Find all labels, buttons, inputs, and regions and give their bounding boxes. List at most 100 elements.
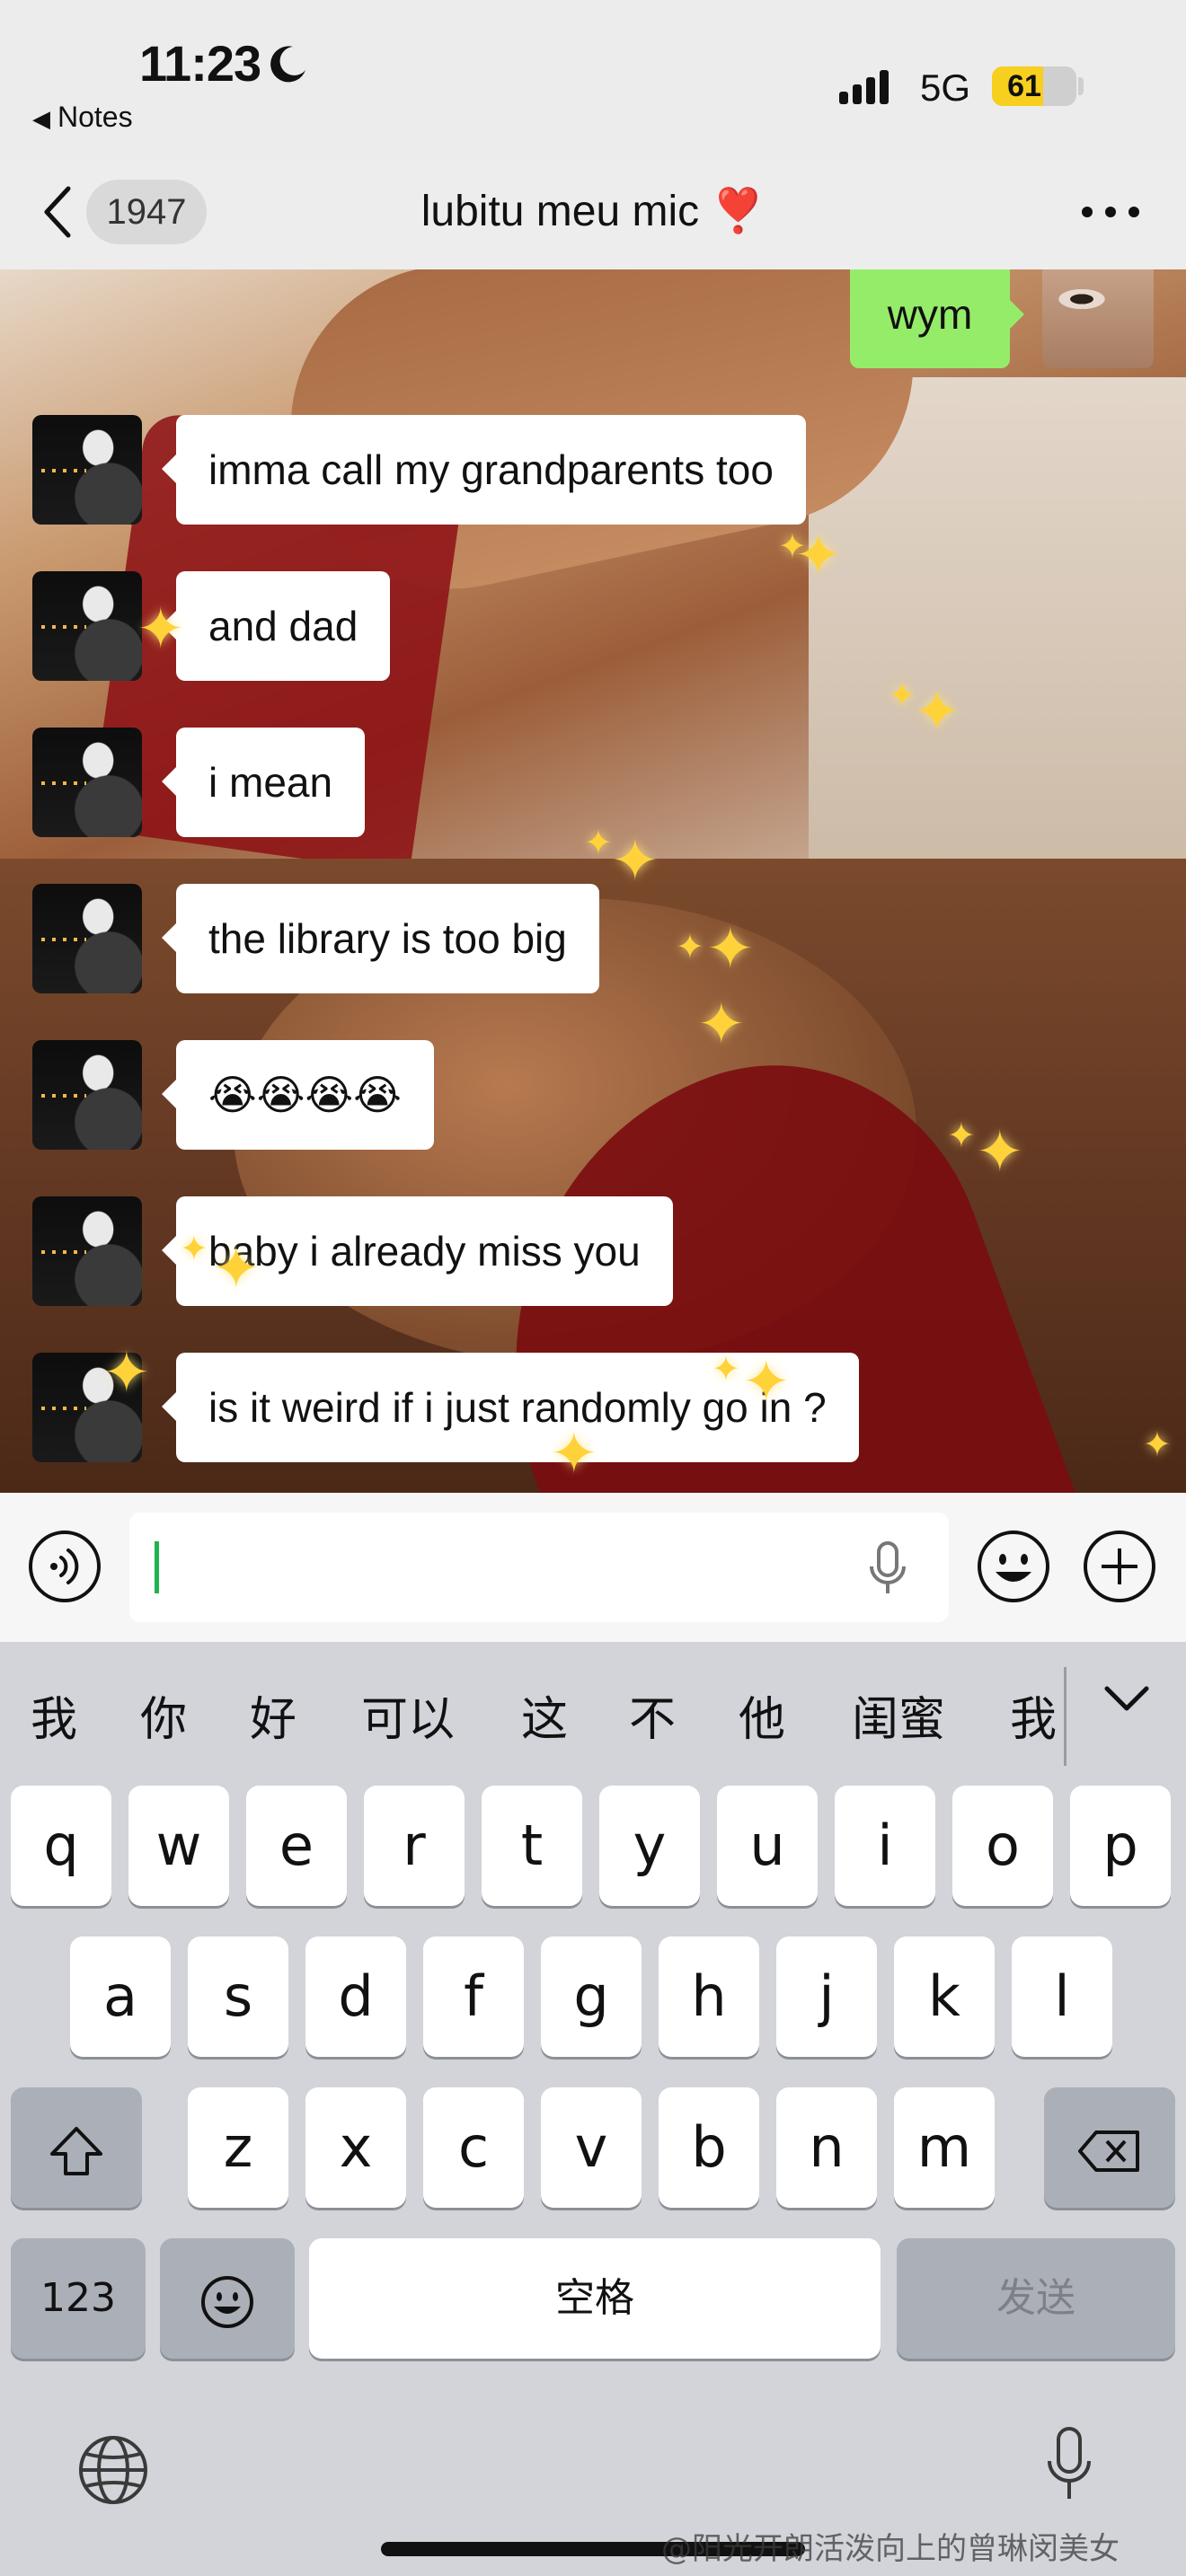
send-key[interactable]: 发送 — [897, 2238, 1175, 2359]
key-x[interactable]: x — [305, 2087, 406, 2208]
sparkle-icon: ✦ — [584, 825, 613, 862]
candidate-word[interactable]: 他 — [739, 1681, 785, 1749]
key-k[interactable]: k — [894, 1936, 995, 2057]
candidate-bar: 我 你 好 可以 这 不 他 闺蜜 我 — [0, 1642, 1186, 1782]
sparkle-icon: ✦ — [697, 992, 746, 1056]
moon-icon — [270, 46, 305, 83]
numbers-key[interactable]: 123 — [11, 2238, 146, 2359]
chevron-down-icon[interactable] — [1102, 1681, 1152, 1717]
candidate-word[interactable]: 这 — [521, 1681, 568, 1749]
contact-avatar[interactable] — [32, 884, 142, 993]
sparkle-icon: ✦ — [180, 1231, 208, 1268]
incoming-message-bubble[interactable]: 😭😭😭😭 — [162, 1040, 434, 1150]
sparkle-icon: ✦ — [947, 1117, 976, 1155]
key-z[interactable]: z — [188, 2087, 288, 2208]
unread-count-badge[interactable]: 1947 — [86, 180, 207, 244]
key-d[interactable]: d — [305, 1936, 406, 2057]
sparkle-icon: ✦ — [212, 1236, 261, 1301]
candidate-word[interactable]: 可以 — [361, 1681, 455, 1749]
message-input[interactable] — [129, 1513, 949, 1622]
key-n[interactable]: n — [776, 2087, 877, 2208]
signal-icon — [839, 70, 889, 104]
outgoing-message-row: wym — [0, 269, 1186, 368]
watermark: @阳光开朗活泼向上的曾琳闵美女 — [661, 2531, 1120, 2567]
back-to-app-link[interactable]: ◀ Notes — [32, 101, 133, 134]
message-input-bar — [0, 1493, 1186, 1642]
my-avatar[interactable] — [1042, 269, 1154, 368]
key-q[interactable]: q — [11, 1786, 111, 1906]
contact-avatar[interactable] — [32, 1196, 142, 1306]
key-i[interactable]: i — [835, 1786, 935, 1906]
key-p[interactable]: p — [1070, 1786, 1171, 1906]
backspace-key[interactable] — [1044, 2087, 1175, 2208]
outgoing-message-bubble[interactable]: wym — [850, 269, 1024, 368]
key-w[interactable]: w — [128, 1786, 229, 1906]
chat-header: 1947 lubitu meu mic ❣️ — [0, 160, 1186, 269]
sparkle-icon: ✦ — [913, 679, 961, 744]
key-m[interactable]: m — [894, 2087, 995, 2208]
key-l[interactable]: l — [1012, 1936, 1112, 2057]
key-h[interactable]: h — [659, 1936, 759, 2057]
incoming-message-bubble[interactable]: i mean — [161, 728, 366, 837]
incoming-message-row: imma call my grandparents too — [0, 415, 1186, 526]
key-j[interactable]: j — [776, 1936, 877, 2057]
dictation-microphone-icon[interactable] — [1044, 2425, 1094, 2504]
key-f[interactable]: f — [423, 1936, 524, 2057]
key-b[interactable]: b — [659, 2087, 759, 2208]
incoming-message-bubble[interactable]: the library is too big — [162, 884, 599, 993]
key-g[interactable]: g — [541, 1936, 642, 2057]
sparkle-icon: ✦ — [137, 596, 185, 661]
contact-avatar[interactable] — [32, 415, 142, 525]
contact-avatar[interactable] — [32, 728, 142, 837]
space-key[interactable]: 空格 — [309, 2238, 881, 2359]
network-type: 5G — [920, 66, 971, 109]
key-y[interactable]: y — [599, 1786, 700, 1906]
sparkle-icon: ✦ — [742, 1349, 791, 1414]
contact-avatar[interactable] — [32, 571, 142, 681]
more-options-icon[interactable] — [1075, 198, 1146, 226]
back-chevron-icon[interactable] — [38, 183, 77, 241]
voice-message-icon[interactable] — [27, 1529, 102, 1604]
incoming-message-row: the library is too big — [0, 884, 1186, 995]
sparkle-icon: ✦ — [676, 929, 704, 966]
incoming-message-bubble[interactable]: imma call my grandparents too — [162, 415, 806, 525]
incoming-message-bubble[interactable]: and dad — [161, 571, 391, 681]
key-t[interactable]: t — [482, 1786, 582, 1906]
chat-messages-area[interactable]: wym imma call my grandparents too and da… — [0, 269, 1186, 1493]
key-s[interactable]: s — [188, 1936, 288, 2057]
battery-indicator: 61 — [992, 66, 1076, 106]
sparkle-icon: ✦ — [976, 1119, 1024, 1184]
sparkle-icon: ✦ — [611, 828, 659, 893]
key-r[interactable]: r — [364, 1786, 465, 1906]
sparkle-icon: ✦ — [778, 528, 807, 566]
candidate-word[interactable]: 你 — [140, 1681, 187, 1749]
incoming-message-row: baby i already miss you — [0, 1196, 1186, 1308]
candidate-word[interactable]: 好 — [250, 1681, 296, 1749]
contact-avatar[interactable] — [32, 1040, 142, 1150]
text-cursor — [155, 1541, 159, 1593]
key-v[interactable]: v — [541, 2087, 642, 2208]
shift-key[interactable] — [11, 2087, 142, 2208]
heart-emoji: ❣️ — [711, 188, 766, 235]
candidate-word[interactable]: 不 — [629, 1681, 676, 1749]
microphone-icon[interactable] — [866, 1539, 909, 1597]
add-attachment-icon[interactable] — [1082, 1529, 1157, 1604]
emoji-key[interactable] — [160, 2238, 295, 2359]
battery-cap — [1078, 77, 1084, 95]
candidate-divider — [1064, 1667, 1067, 1766]
chat-title: lubitu meu mic ❣️ — [270, 180, 916, 244]
key-o[interactable]: o — [952, 1786, 1053, 1906]
key-u[interactable]: u — [717, 1786, 818, 1906]
avatar-eye — [1055, 287, 1109, 311]
emoji-icon[interactable] — [976, 1529, 1051, 1604]
sparkle-icon: ✦ — [550, 1421, 598, 1486]
key-a[interactable]: a — [70, 1936, 171, 2057]
sparkle-icon: ✦ — [712, 1351, 740, 1389]
globe-icon[interactable] — [77, 2434, 149, 2506]
candidate-word[interactable]: 我 — [31, 1681, 77, 1749]
key-c[interactable]: c — [423, 2087, 524, 2208]
candidate-word[interactable]: 闺蜜 — [852, 1681, 945, 1749]
key-e[interactable]: e — [246, 1786, 347, 1906]
candidate-word[interactable]: 我 — [1010, 1681, 1057, 1749]
chat-title-text: lubitu meu mic — [420, 188, 700, 235]
